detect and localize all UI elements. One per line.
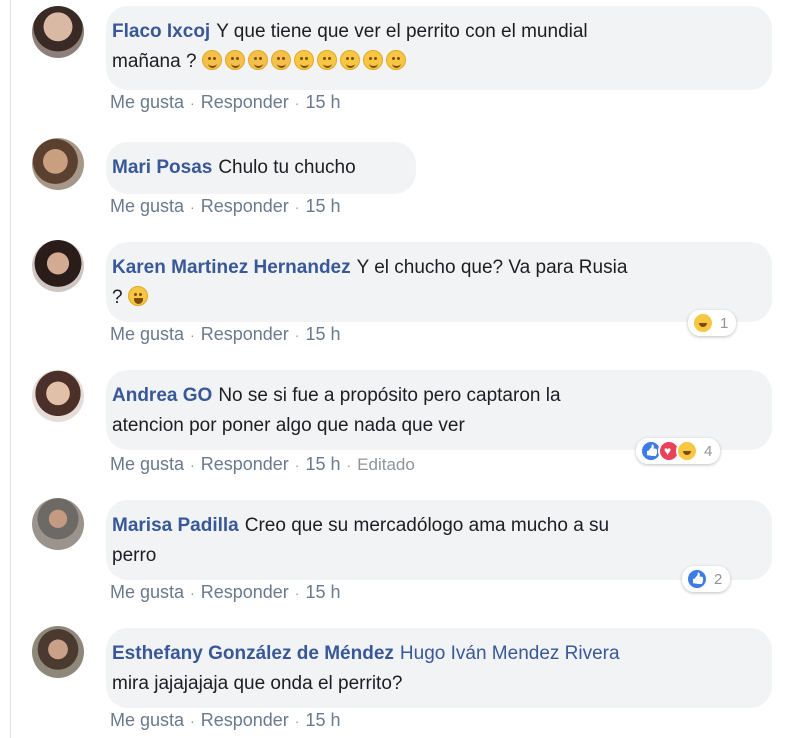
- comment-actions: Me gusta · Responder · 15 h: [110, 324, 341, 344]
- smiling-face-icon: [385, 50, 406, 70]
- comment-text-line2: ?: [112, 287, 123, 308]
- smiling-face-icon: [339, 50, 360, 70]
- comment-actions: Me gusta · Responder · 15 h: [110, 710, 341, 730]
- comment-bubble: Esthefany González de Méndez Hugo Iván Me…: [106, 628, 772, 708]
- comment-bubble: Marisa Padilla Creo que su mercadólogo am…: [106, 500, 772, 580]
- comment-author[interactable]: Andrea GO: [112, 385, 212, 406]
- comment-item: Marisa Padilla Creo que su mercadólogo am…: [32, 498, 772, 608]
- avatar[interactable]: [32, 370, 84, 422]
- comment-actions: Me gusta · Responder · 15 h: [110, 196, 341, 216]
- laughing-face-icon: [127, 286, 148, 306]
- smiling-face-icon: [293, 50, 314, 70]
- reply-link[interactable]: Responder: [201, 92, 289, 112]
- thinking-face-icon: [247, 50, 268, 70]
- timestamp[interactable]: 15 h: [305, 710, 340, 730]
- comment-bubble: Karen Martinez Hernandez Y el chucho que?…: [106, 242, 772, 322]
- reaction-count: 4: [704, 442, 713, 460]
- like-reaction-icon: [686, 568, 708, 590]
- smiling-face-icon: [316, 50, 337, 70]
- timestamp[interactable]: 15 h: [305, 324, 340, 344]
- comment-item: Flaco Ixcoj Y que tiene que ver el perrit…: [32, 6, 772, 116]
- avatar[interactable]: [32, 240, 84, 292]
- like-link[interactable]: Me gusta: [110, 92, 184, 112]
- reaction-summary[interactable]: 2: [682, 566, 731, 592]
- reaction-summary[interactable]: 4: [636, 438, 721, 464]
- timestamp[interactable]: 15 h: [305, 454, 340, 474]
- comment-actions: Me gusta · Responder · 15 h: [110, 92, 341, 112]
- comment-item: Andrea GO No se si fue a propósito pero c…: [32, 370, 772, 480]
- comment-text-line2: perro: [112, 545, 157, 566]
- comment-author[interactable]: Flaco Ixcoj: [112, 21, 210, 42]
- comment-item: Esthefany González de Méndez Hugo Iván Me…: [32, 626, 772, 738]
- edited-label[interactable]: Editado: [357, 455, 415, 474]
- comment-text: Y que tiene que ver el perrito con el mu…: [216, 21, 588, 42]
- reaction-count: 2: [714, 570, 723, 588]
- comment-author[interactable]: Marisa Padilla: [112, 515, 239, 536]
- comment-bubble: Mari Posas Chulo tu chucho: [106, 142, 416, 194]
- thinking-face-icon: [224, 50, 245, 70]
- thinking-face-icon: [270, 50, 291, 70]
- comment-text: Creo que su mercadólogo ama mucho a su: [244, 515, 610, 536]
- timestamp[interactable]: 15 h: [305, 582, 340, 602]
- comment-actions: Me gusta · Responder · 15 h: [110, 582, 341, 602]
- reaction-count: 1: [720, 314, 729, 332]
- smiling-face-icon: [362, 50, 383, 70]
- comment-author[interactable]: Mari Posas: [112, 157, 212, 178]
- reaction-summary[interactable]: 1: [688, 310, 737, 336]
- reply-link[interactable]: Responder: [201, 196, 289, 216]
- thread-divider: [10, 0, 11, 738]
- like-link[interactable]: Me gusta: [110, 196, 184, 216]
- timestamp[interactable]: 15 h: [305, 92, 340, 112]
- comment-author[interactable]: Esthefany González de Méndez: [112, 643, 394, 664]
- comment-text-line2: atencion por poner algo que nada que ver: [112, 415, 465, 436]
- reply-link[interactable]: Responder: [201, 454, 289, 474]
- comment-text: No se si fue a propósito pero captaron l…: [218, 385, 561, 406]
- avatar[interactable]: [32, 6, 84, 58]
- thinking-face-icon: [201, 50, 222, 70]
- comment-author[interactable]: Karen Martinez Hernandez: [112, 257, 351, 278]
- mention-link[interactable]: Hugo Iván Mendez Rivera: [400, 643, 620, 664]
- comment-text: Chulo tu chucho: [218, 157, 356, 178]
- reply-link[interactable]: Responder: [201, 582, 289, 602]
- reply-link[interactable]: Responder: [201, 710, 289, 730]
- comment-text: Y el chucho que? Va para Rusia: [356, 257, 628, 278]
- like-link[interactable]: Me gusta: [110, 710, 184, 730]
- comment-text-line2: mira jajajajaja que onda el perrito?: [112, 673, 403, 694]
- avatar[interactable]: [32, 138, 84, 190]
- avatar[interactable]: [32, 626, 84, 678]
- comment-item: Karen Martinez Hernandez Y el chucho que?…: [32, 240, 772, 350]
- haha-reaction-icon: [676, 440, 698, 462]
- like-link[interactable]: Me gusta: [110, 454, 184, 474]
- comment-text-line2: mañana ?: [112, 51, 197, 72]
- comment-actions: Me gusta · Responder · 15 h · Editado: [110, 454, 415, 474]
- haha-reaction-icon: [692, 312, 714, 334]
- like-link[interactable]: Me gusta: [110, 324, 184, 344]
- like-link[interactable]: Me gusta: [110, 582, 184, 602]
- timestamp[interactable]: 15 h: [305, 196, 340, 216]
- comment-item: Mari Posas Chulo tu chucho Me gusta · Respo…: [32, 138, 772, 222]
- avatar[interactable]: [32, 498, 84, 550]
- comment-bubble: Flaco Ixcoj Y que tiene que ver el perrit…: [106, 6, 772, 90]
- reply-link[interactable]: Responder: [201, 324, 289, 344]
